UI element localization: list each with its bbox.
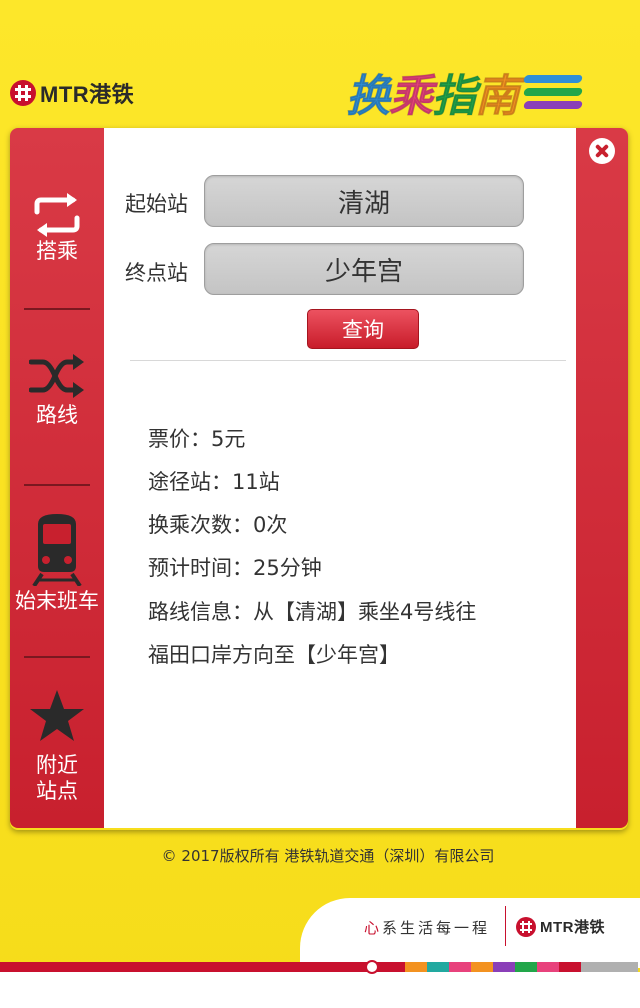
sidebar-item-label: 搭乘 xyxy=(36,239,78,263)
brand-text: MTR港铁 xyxy=(40,82,135,107)
stops-text: 途径站：11站 xyxy=(148,470,280,494)
sidebar-divider xyxy=(24,656,90,658)
footer-divider xyxy=(505,906,506,946)
footer-brand-text: MTR港铁 xyxy=(540,919,605,936)
fare-text: 票价：5元 xyxy=(148,427,246,451)
right-bar xyxy=(576,128,628,828)
sidebar-item-label: 路线 xyxy=(36,403,78,427)
sidebar-item-route[interactable]: 路线 xyxy=(10,354,104,428)
sidebar-item-ride[interactable]: 搭乘 xyxy=(10,192,104,264)
close-icon[interactable] xyxy=(589,138,615,164)
sidebar-item-label: 附近站点 xyxy=(36,753,78,803)
title-char: 指 xyxy=(432,71,477,123)
start-station-field[interactable]: 清湖 xyxy=(204,175,524,227)
route-info-text: 路线信息：从【清湖】乘坐4号线往 xyxy=(148,600,477,624)
title-char: 换 xyxy=(346,71,391,123)
footer-brand: MTR港铁 xyxy=(516,916,605,937)
sidebar-divider xyxy=(24,308,90,310)
slogan-text: 系生活每一程 xyxy=(382,919,491,937)
slogan-heart: 心 xyxy=(364,919,383,937)
shuffle-route-icon xyxy=(29,354,84,398)
page-title: 换 乘 指 南 xyxy=(346,62,584,123)
mtr-logo-icon xyxy=(10,80,36,106)
copyright: © 2017版权所有 港铁轨道交通（深圳）有限公司 xyxy=(161,847,495,865)
title-char: 乘 xyxy=(389,71,434,123)
train-icon xyxy=(32,514,82,586)
divider xyxy=(130,360,566,361)
rail-marker-icon xyxy=(365,960,379,974)
sidebar-divider xyxy=(24,484,90,486)
start-station-label: 起始站 xyxy=(125,192,188,216)
query-button[interactable]: 查询 xyxy=(307,309,419,349)
sidebar-item-label: 始末班车 xyxy=(15,589,99,613)
sidebar: 搭乘 路线 始末班车 附近站点 xyxy=(10,128,104,828)
mtr-logo-icon xyxy=(516,916,536,937)
time-text: 预计时间：25分钟 xyxy=(148,556,322,580)
title-char: 南 xyxy=(475,71,520,123)
end-station-label: 终点站 xyxy=(125,261,188,285)
rail-line xyxy=(0,962,640,972)
bottom-strip xyxy=(0,972,640,1008)
title-lines-icon xyxy=(522,75,584,109)
sidebar-item-first-last-train[interactable]: 始末班车 xyxy=(10,514,104,614)
slogan: 心系生活每一程 xyxy=(364,917,490,938)
end-station-field[interactable]: 少年宫 xyxy=(204,243,524,295)
star-icon xyxy=(30,690,84,741)
route-info-text-cont: 福田口岸方向至【少年宫】 xyxy=(148,643,400,667)
sidebar-item-nearby-stations[interactable]: 附近站点 xyxy=(10,688,104,804)
transfer-arrows-icon xyxy=(34,193,80,237)
transfers-text: 换乘次数：0次 xyxy=(148,513,288,537)
mtr-brand: MTR港铁 xyxy=(10,80,135,107)
